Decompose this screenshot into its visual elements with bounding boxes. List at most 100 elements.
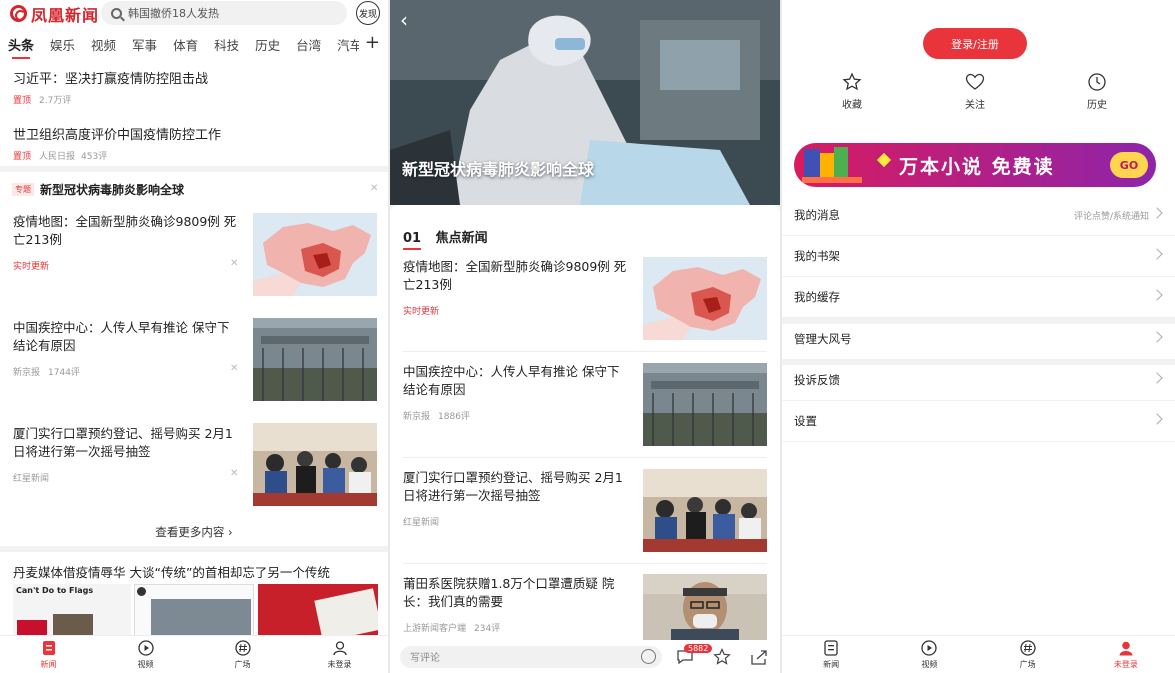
favorites-label: 收藏	[842, 100, 862, 111]
comment-input[interactable]: 写评论	[400, 645, 662, 668]
back-button[interactable]: ‹	[400, 8, 408, 32]
list-item[interactable]: 习近平：坚决打赢疫情防控阻击战 置顶 2.7万评	[13, 68, 373, 106]
section-number: 01	[403, 231, 422, 246]
menu-bookshelf[interactable]: 我的书架	[782, 236, 1175, 277]
home-feed-screen: 凤凰新闻 韩国撤侨18人发热 发现 头条 娱乐 视频 军事 体育 科技 历史 台…	[0, 0, 388, 673]
list-item[interactable]: 疫情地图：全国新型肺炎确诊9809例 死亡213例 实时更新	[13, 213, 241, 272]
clock-icon	[1088, 73, 1106, 91]
search-input[interactable]: 韩国撤侨18人发热	[101, 1, 347, 25]
share-icon[interactable]	[750, 649, 768, 666]
bottom-tab-bar: 新闻 视频 广场 未登录	[0, 635, 388, 673]
bottom-tab-bar: 新闻 视频 广场 未登录	[782, 635, 1175, 673]
map-thumbnail	[253, 213, 377, 296]
emoji-icon[interactable]	[641, 648, 656, 664]
menu-messages[interactable]: 我的消息 评论点赞/系统通知	[782, 195, 1175, 236]
list-item[interactable]: 中国疾控中心：人传人早有推论 保守下结论有原因 新京报 1886评	[403, 363, 631, 422]
news-title: 厦门实行口罩预约登记、摇号购买 2月1日将进行第一次摇号抽签	[403, 470, 623, 503]
list-item[interactable]: 世卫组织高度评价中国疫情防控工作 置顶 人民日报 453评	[13, 124, 373, 162]
menu-label: 投诉反馈	[794, 373, 840, 387]
dismiss-icon[interactable]: ✕	[230, 258, 238, 269]
tab-taiwan[interactable]: 台湾	[296, 35, 321, 54]
novel-promo-banner[interactable]: 万本小说 免费读 GO	[794, 143, 1156, 187]
comment-count-badge: 5882	[684, 644, 713, 653]
menu-label: 我的消息	[794, 208, 840, 222]
menu-dafeng-account[interactable]: 管理大风号	[782, 319, 1175, 360]
thumbnail-3	[258, 584, 378, 636]
tab-military[interactable]: 军事	[132, 35, 157, 54]
app-logo-text: 凤凰新闻	[31, 5, 100, 25]
topic-header[interactable]: 专题 新型冠状病毒肺炎影响全球	[12, 181, 184, 198]
menu-hint: 评论点赞/系统通知	[1073, 211, 1149, 222]
close-icon[interactable]: ✕	[370, 183, 378, 194]
view-more-link[interactable]: 查看更多内容 ›	[0, 524, 388, 540]
comment-count: 1886评	[438, 412, 470, 422]
comment-count: 453评	[81, 152, 108, 162]
news-title: 习近平：坚决打赢疫情防控阻击战	[13, 72, 209, 87]
menu-label: 我的缓存	[794, 290, 840, 304]
tab-news[interactable]: 新闻	[782, 636, 880, 673]
chevron-right-icon	[1151, 331, 1163, 343]
topic-detail-screen: ‹ 新型冠状病毒肺炎影响全球 01 焦点新闻 疫情地图：全国新型肺炎确诊9809…	[390, 0, 780, 673]
tab-label: 广场	[1019, 659, 1036, 669]
search-placeholder: 韩国撤侨18人发热	[128, 7, 219, 20]
divider	[403, 457, 767, 458]
dismiss-icon[interactable]: ✕	[230, 468, 238, 479]
news-source: 红星新闻	[13, 474, 50, 484]
following-button[interactable]: 关注	[945, 72, 1005, 111]
tab-label: 未登录	[1113, 659, 1138, 669]
photo-fragment	[151, 599, 251, 635]
list-item[interactable]: 中国疾控中心：人传人早有推论 保守下结论有原因 新京报 1744评	[13, 319, 241, 378]
menu-cache[interactable]: 我的缓存	[782, 277, 1175, 318]
menu-feedback[interactable]: 投诉反馈	[782, 360, 1175, 401]
tab-history[interactable]: 历史	[255, 35, 280, 54]
tab-profile[interactable]: 未登录	[1077, 636, 1175, 673]
publish-button[interactable]: 发现	[356, 1, 380, 25]
star-icon[interactable]	[713, 648, 731, 666]
list-item[interactable]: 厦门实行口罩预约登记、摇号购买 2月1日将进行第一次摇号抽签 红星新闻	[403, 469, 631, 528]
chevron-right-icon	[1151, 413, 1163, 425]
flag-image	[17, 620, 47, 636]
tab-video[interactable]: 视频	[91, 35, 116, 54]
news-title[interactable]: 丹麦媒体借疫情辱华 大谈“传统”的首相却忘了另一个传统	[13, 562, 330, 581]
thumbnail-2	[134, 584, 254, 636]
news-title: 疫情地图：全国新型肺炎确诊9809例 死亡213例	[403, 259, 627, 292]
interview-photo	[643, 574, 767, 640]
tab-profile[interactable]: 未登录	[291, 636, 388, 673]
news-source: 上游新闻客户端	[403, 624, 467, 634]
banner-go-button[interactable]: GO	[1110, 152, 1148, 178]
login-register-button[interactable]: 登录/注册	[923, 28, 1027, 59]
menu-settings[interactable]: 设置	[782, 401, 1175, 442]
tab-video[interactable]: 视频	[97, 636, 194, 673]
list-item[interactable]: 厦门实行口罩预约登记、摇号购买 2月1日将进行第一次摇号抽签 红星新闻	[13, 425, 241, 484]
tab-tech[interactable]: 科技	[214, 35, 239, 54]
tab-label: 未登录	[327, 659, 352, 669]
chevron-right-icon	[1151, 207, 1163, 219]
user-icon	[1119, 641, 1133, 655]
dismiss-icon[interactable]: ✕	[230, 363, 238, 374]
heart-icon	[965, 73, 985, 90]
focus-news-card: 01 焦点新闻 疫情地图：全国新型肺炎确诊9809例 死亡213例 实时更新 中…	[390, 205, 780, 640]
list-item[interactable]: 莆田系医院获赠1.8万个口罩遭质疑 院长：我们真的需要 上游新闻客户端 234评	[403, 575, 631, 634]
mask-queue-photo	[253, 423, 377, 506]
hashtag-icon	[234, 639, 251, 656]
news-source: 新京报	[13, 368, 41, 378]
history-button[interactable]: 历史	[1067, 72, 1127, 111]
hero-title: 新型冠状病毒肺炎影响全球	[402, 160, 595, 179]
chevron-right-icon	[1151, 248, 1163, 260]
menu-label: 设置	[794, 414, 817, 428]
tab-sports[interactable]: 体育	[173, 35, 198, 54]
tab-news[interactable]: 新闻	[0, 636, 97, 673]
tab-entertainment[interactable]: 娱乐	[50, 35, 75, 54]
tab-square[interactable]: 广场	[979, 636, 1077, 673]
favorites-button[interactable]: 收藏	[822, 72, 882, 111]
tab-square[interactable]: 广场	[194, 636, 291, 673]
tab-headlines[interactable]: 头条	[8, 35, 34, 59]
list-item[interactable]: 疫情地图：全国新型肺炎确诊9809例 死亡213例 实时更新	[403, 258, 631, 317]
pinned-tag: 置顶	[13, 96, 32, 106]
view-more-label: 查看更多内容	[155, 525, 225, 539]
following-label: 关注	[965, 100, 985, 111]
news-title: 世卫组织高度评价中国疫情防控工作	[13, 128, 222, 143]
divider	[0, 546, 388, 552]
tab-video[interactable]: 视频	[880, 636, 978, 673]
add-channel-icon[interactable]: +	[358, 32, 380, 54]
